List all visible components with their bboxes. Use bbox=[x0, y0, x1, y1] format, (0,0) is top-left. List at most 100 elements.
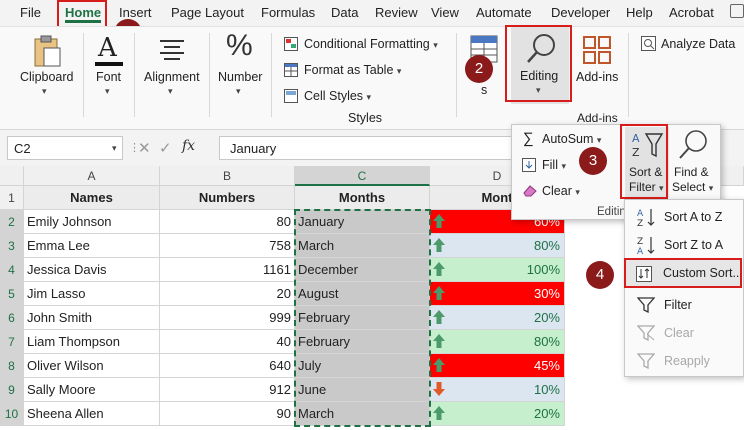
cell-number[interactable]: 1161 bbox=[160, 258, 295, 282]
font-chevron-icon[interactable]: ▾ bbox=[105, 86, 110, 97]
cell-month[interactable]: March bbox=[295, 402, 430, 426]
find-select-icon[interactable] bbox=[678, 129, 708, 161]
cell-month[interactable]: January bbox=[295, 210, 430, 234]
conditional-formatting-icon[interactable] bbox=[284, 37, 298, 51]
col-header-b[interactable]: B bbox=[160, 166, 295, 186]
menu-acrobat[interactable]: Acrobat bbox=[669, 5, 714, 20]
cell-number[interactable]: 640 bbox=[160, 354, 295, 378]
autosum-icon[interactable]: ∑ bbox=[523, 130, 534, 147]
menu-review[interactable]: Review bbox=[375, 5, 418, 20]
cell-month[interactable]: March bbox=[295, 234, 430, 258]
col-header-a[interactable]: A bbox=[24, 166, 160, 186]
row-header[interactable]: 8 bbox=[0, 354, 24, 378]
cell-name[interactable]: Emily Johnson bbox=[24, 210, 160, 234]
percent-icon[interactable]: % bbox=[226, 29, 253, 63]
row-header[interactable]: 1 bbox=[0, 186, 24, 210]
header-numbers[interactable]: Numbers bbox=[160, 186, 295, 210]
cell-name[interactable]: Emma Lee bbox=[24, 234, 160, 258]
cell-number[interactable]: 758 bbox=[160, 234, 295, 258]
cell-name[interactable]: Jessica Davis bbox=[24, 258, 160, 282]
cell-month[interactable]: February bbox=[295, 330, 430, 354]
cell-month-pct[interactable]: 10% bbox=[430, 378, 565, 402]
sort-a-z-icon[interactable]: A Z bbox=[636, 207, 658, 227]
number-chevron-icon[interactable]: ▾ bbox=[236, 86, 241, 97]
cell-styles-icon[interactable] bbox=[284, 89, 298, 103]
align-center-icon[interactable] bbox=[158, 39, 186, 61]
analyze-data-icon[interactable] bbox=[641, 36, 656, 51]
cell-month-pct[interactable]: 20% bbox=[430, 402, 565, 426]
menu-help[interactable]: Help bbox=[626, 5, 653, 20]
row-header[interactable]: 6 bbox=[0, 306, 24, 330]
menu-data[interactable]: Data bbox=[331, 5, 358, 20]
row-header[interactable]: 10 bbox=[0, 402, 24, 426]
cell-month[interactable]: August bbox=[295, 282, 430, 306]
filter-item[interactable]: Filter bbox=[664, 298, 692, 312]
fill-icon[interactable] bbox=[522, 158, 536, 172]
cell-month-pct[interactable]: 80% bbox=[430, 234, 565, 258]
cells-label-partial[interactable]: s bbox=[481, 83, 487, 97]
row-header[interactable]: 4 bbox=[0, 258, 24, 282]
menu-developer[interactable]: Developer bbox=[551, 5, 610, 20]
analyze-data-button[interactable]: Analyze Data bbox=[661, 37, 735, 51]
formula-input[interactable]: January bbox=[219, 136, 519, 160]
menu-insert[interactable]: Insert bbox=[119, 5, 152, 20]
clear-button[interactable]: Clear ▾ bbox=[542, 184, 580, 198]
menu-file[interactable]: File bbox=[20, 5, 41, 20]
cell-month[interactable]: December bbox=[295, 258, 430, 282]
menu-view[interactable]: View bbox=[431, 5, 459, 20]
name-box[interactable]: C2 ▾ bbox=[7, 136, 123, 160]
comment-icon[interactable] bbox=[730, 4, 744, 18]
row-header[interactable]: 9 bbox=[0, 378, 24, 402]
cell-number[interactable]: 80 bbox=[160, 210, 295, 234]
row-header[interactable]: 7 bbox=[0, 330, 24, 354]
cell-month-pct[interactable]: 100% bbox=[430, 258, 565, 282]
confirm-icon[interactable]: ✓ bbox=[159, 139, 172, 157]
cell-number[interactable]: 90 bbox=[160, 402, 295, 426]
sort-z-a-item[interactable]: Sort Z to A bbox=[664, 238, 723, 252]
addins-label[interactable]: Add-ins bbox=[576, 70, 618, 84]
select-all-corner[interactable] bbox=[0, 166, 24, 186]
sort-a-z-item[interactable]: Sort A to Z bbox=[664, 210, 722, 224]
col-header-c[interactable]: C bbox=[295, 166, 430, 186]
cell-month-pct[interactable]: 45% bbox=[430, 354, 565, 378]
eraser-icon[interactable] bbox=[522, 183, 538, 197]
format-as-table-button[interactable]: Format as Table ▾ bbox=[304, 63, 401, 77]
cell-name[interactable]: Sheena Allen bbox=[24, 402, 160, 426]
header-names[interactable]: Names bbox=[24, 186, 160, 210]
sort-z-a-icon[interactable]: Z A bbox=[636, 235, 658, 255]
find-select-label-1[interactable]: Find & bbox=[674, 165, 709, 179]
row-header[interactable]: 5 bbox=[0, 282, 24, 306]
cell-number[interactable]: 912 bbox=[160, 378, 295, 402]
cell-number[interactable]: 20 bbox=[160, 282, 295, 306]
insert-function-icon[interactable]: fx bbox=[182, 138, 195, 154]
clipboard-chevron-icon[interactable]: ▾ bbox=[42, 86, 47, 97]
cell-styles-button[interactable]: Cell Styles ▾ bbox=[304, 89, 371, 103]
row-header[interactable]: 3 bbox=[0, 234, 24, 258]
cell-name[interactable]: Oliver Wilson bbox=[24, 354, 160, 378]
conditional-formatting-button[interactable]: Conditional Formatting ▾ bbox=[304, 37, 438, 51]
clipboard-label[interactable]: Clipboard bbox=[20, 70, 74, 84]
menu-automate[interactable]: Automate bbox=[476, 5, 532, 20]
cell-name[interactable]: Jim Lasso bbox=[24, 282, 160, 306]
menu-formulas[interactable]: Formulas bbox=[261, 5, 315, 20]
cell-number[interactable]: 999 bbox=[160, 306, 295, 330]
cancel-icon[interactable]: ✕ bbox=[138, 139, 151, 157]
font-icon[interactable]: A bbox=[95, 31, 123, 67]
cell-month-pct[interactable]: 20% bbox=[430, 306, 565, 330]
format-as-table-icon[interactable] bbox=[284, 63, 298, 77]
alignment-chevron-icon[interactable]: ▾ bbox=[168, 86, 173, 97]
number-label[interactable]: Number bbox=[218, 70, 262, 84]
cell-month[interactable]: February bbox=[295, 306, 430, 330]
addins-icon[interactable] bbox=[582, 35, 612, 65]
cell-name[interactable]: Liam Thompson bbox=[24, 330, 160, 354]
font-label[interactable]: Font bbox=[96, 70, 121, 84]
menu-page-layout[interactable]: Page Layout bbox=[171, 5, 244, 20]
cell-name[interactable]: Sally Moore bbox=[24, 378, 160, 402]
autosum-button[interactable]: AutoSum ▾ bbox=[542, 132, 601, 146]
row-header[interactable]: 2 bbox=[0, 210, 24, 234]
find-select-label-2[interactable]: Select ▾ bbox=[672, 180, 713, 194]
cell-month-pct[interactable]: 30% bbox=[430, 282, 565, 306]
alignment-label[interactable]: Alignment bbox=[144, 70, 200, 84]
cell-month[interactable]: June bbox=[295, 378, 430, 402]
name-box-chevron-icon[interactable]: ▾ bbox=[112, 143, 117, 154]
